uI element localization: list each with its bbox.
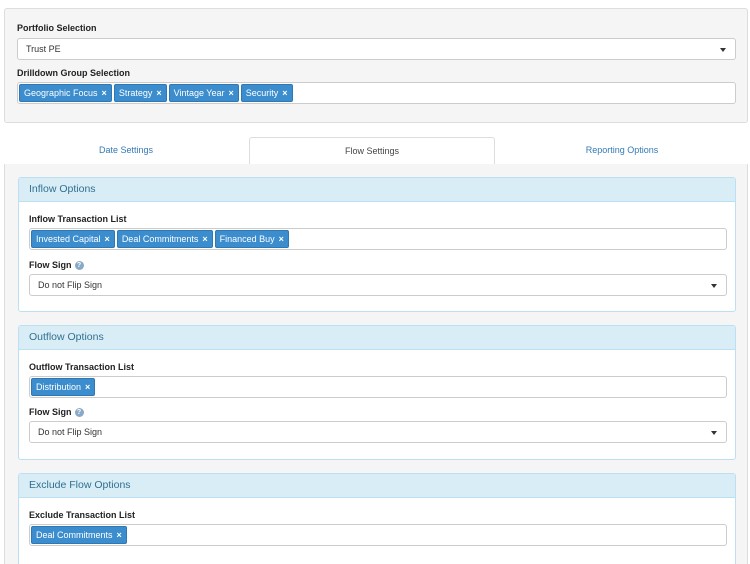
outflow-options-title: Outflow Options <box>19 326 735 350</box>
inflow-list-label: Inflow Transaction List <box>29 214 127 224</box>
outflow-list-label: Outflow Transaction List <box>29 362 135 372</box>
remove-icon[interactable]: × <box>105 231 110 247</box>
flow-settings-content: Inflow Options Inflow Transaction List I… <box>4 164 748 564</box>
inflow-sign-value: Do not Flip Sign <box>38 280 103 290</box>
help-icon[interactable]: ? <box>74 408 84 418</box>
inflow-tag-input[interactable]: Invested Capital × Deal Commitments × Fina… <box>29 228 727 250</box>
tag-invested-capital: Invested Capital × <box>31 230 115 248</box>
tag-deal-commitments: Deal Commitments × <box>116 230 213 248</box>
chevron-down-icon <box>720 48 726 52</box>
outflow-sign-value: Do not Flip Sign <box>38 427 103 437</box>
remove-icon[interactable]: × <box>282 85 287 101</box>
remove-icon[interactable]: × <box>117 527 122 543</box>
remove-icon[interactable]: × <box>202 231 207 247</box>
remove-icon[interactable]: × <box>229 85 234 101</box>
chevron-down-icon <box>711 431 717 435</box>
tag-vintage-year: Vintage Year × <box>168 84 239 102</box>
inflow-sign-select[interactable]: Do not Flip Sign <box>29 274 727 296</box>
tag-distribution: Distribution × <box>31 378 96 396</box>
inflow-sign-label: Flow Sign? <box>29 260 84 271</box>
settings-tabs: Date Settings Flow Settings Reporting Op… <box>4 137 748 166</box>
remove-icon[interactable]: × <box>85 379 90 395</box>
tab-flow-settings[interactable]: Flow Settings <box>249 137 495 166</box>
tag-financed-buy: Financed Buy × <box>214 230 289 248</box>
outflow-options-panel: Outflow Options Outflow Transaction List… <box>18 325 736 460</box>
tag-security: Security × <box>240 84 293 102</box>
tab-reporting-options[interactable]: Reporting Options <box>496 137 748 165</box>
outflow-sign-label: Flow Sign? <box>29 407 84 418</box>
portfolio-label: Portfolio Selection <box>17 23 97 33</box>
help-icon[interactable]: ? <box>74 261 84 271</box>
remove-icon[interactable]: × <box>102 85 107 101</box>
exclude-tag-input[interactable]: Deal Commitments × <box>29 524 727 546</box>
tab-date-settings[interactable]: Date Settings <box>4 137 248 165</box>
exclude-flow-options-title: Exclude Flow Options <box>19 474 735 498</box>
chevron-down-icon <box>711 284 717 288</box>
inflow-options-panel: Inflow Options Inflow Transaction List I… <box>18 177 736 312</box>
outflow-sign-select[interactable]: Do not Flip Sign <box>29 421 727 443</box>
tag-strategy: Strategy × <box>113 84 167 102</box>
exclude-flow-options-panel: Exclude Flow Options Exclude Transaction… <box>18 473 736 564</box>
selection-panel: Portfolio Selection Trust PE Drilldown G… <box>4 8 748 123</box>
exclude-list-label: Exclude Transaction List <box>29 510 136 520</box>
portfolio-select-value: Trust PE <box>26 44 61 54</box>
drilldown-tag-input[interactable]: Geographic Focus × Strategy × Vintage Year… <box>17 82 736 104</box>
drilldown-label: Drilldown Group Selection <box>17 68 131 78</box>
tag-geographic-focus: Geographic Focus × <box>19 84 112 102</box>
portfolio-select[interactable]: Trust PE <box>17 38 736 60</box>
outflow-tag-input[interactable]: Distribution × <box>29 376 727 398</box>
inflow-options-title: Inflow Options <box>19 178 735 202</box>
tag-deal-commitments: Deal Commitments × <box>31 526 127 544</box>
remove-icon[interactable]: × <box>279 231 284 247</box>
remove-icon[interactable]: × <box>156 85 161 101</box>
